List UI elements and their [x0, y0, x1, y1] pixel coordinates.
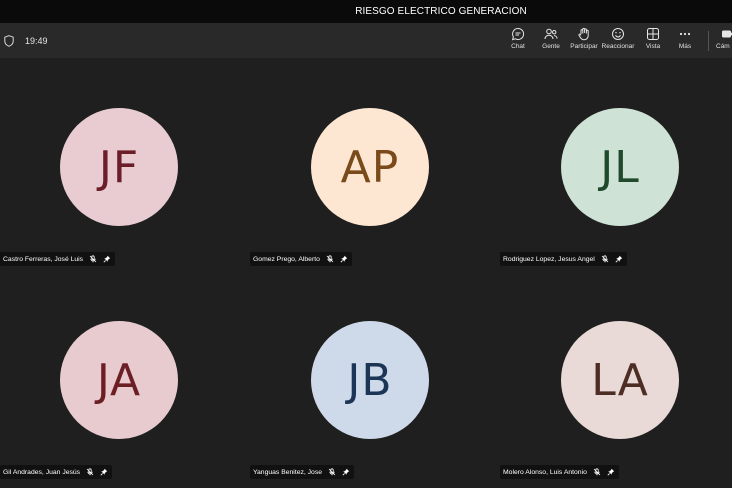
chat-button[interactable]: Chat [508, 27, 528, 55]
mic-off-icon [86, 468, 94, 476]
avatar-initials: JA [96, 354, 142, 406]
participant-tile[interactable]: LA Molero Alonso, Luis Antonio [500, 271, 732, 484]
participant-nametag: Yanguas Benitez, Jose [250, 465, 355, 479]
participant-tile[interactable]: JB Yanguas Benitez, Jose [250, 271, 493, 484]
participant-nametag: Castro Ferreras, José Luis [0, 252, 116, 266]
avatar-initials: JF [98, 141, 140, 193]
mic-off-icon [326, 255, 334, 263]
participant-nametag: Gil Andrades, Juan Jesús [0, 465, 113, 479]
shield-icon [4, 35, 14, 47]
mic-off-icon [593, 468, 601, 476]
camera-icon [722, 30, 732, 38]
avatar: JB [311, 321, 429, 439]
participant-tile[interactable]: AP Gomez Prego, Alberto [250, 58, 493, 271]
toolbar-divider [708, 31, 709, 51]
mic-off-icon [601, 255, 609, 263]
avatar-initials: AP [340, 141, 400, 193]
more-button[interactable]: Más [675, 27, 695, 55]
grid-view-icon [647, 28, 659, 40]
avatar-initials: JL [600, 141, 640, 193]
participant-tile[interactable]: JF Castro Ferreras, José Luis [0, 58, 243, 271]
people-label: Gente [542, 43, 560, 50]
camera-label: Cám [716, 43, 730, 50]
participant-grid: JF Castro Ferreras, José Luis AP Gomez P… [0, 58, 732, 488]
avatar-initials: LA [591, 354, 649, 406]
view-label: Vista [645, 43, 661, 50]
more-label: Más [678, 43, 692, 50]
view-button[interactable]: Vista [643, 27, 663, 55]
people-icon [544, 28, 558, 40]
participant-nametag: Molero Alonso, Luis Antonio [500, 465, 619, 479]
participant-tile[interactable]: JL Rodriguez Lopez, Jesus Angel [500, 58, 732, 271]
chat-icon [511, 27, 525, 41]
pin-icon [103, 255, 111, 263]
participant-nametag: Gomez Prego, Alberto [250, 252, 352, 266]
avatar: JL [561, 108, 679, 226]
participant-name: Gil Andrades, Juan Jesús [3, 468, 81, 476]
raise-hand-label: Participar [570, 43, 598, 50]
avatar: JF [60, 108, 178, 226]
avatar: LA [561, 321, 679, 439]
smiley-icon [612, 28, 624, 40]
chat-label: Chat [511, 43, 525, 50]
pin-icon [607, 468, 615, 476]
react-label: Reaccionar [601, 43, 635, 50]
participant-tile[interactable]: JA Gil Andrades, Juan Jesús [0, 271, 243, 484]
avatar: JA [60, 321, 178, 439]
participant-name: Molero Alonso, Luis Antonio [503, 468, 587, 476]
participant-name: Gomez Prego, Alberto [253, 255, 320, 263]
people-button[interactable]: Gente [540, 27, 562, 55]
pin-icon [342, 468, 350, 476]
camera-button[interactable]: Cám [716, 27, 732, 55]
more-icon [679, 32, 691, 36]
mic-off-icon [89, 255, 97, 263]
meeting-toolbar: 19:49 Chat Gente Participar Reaccionar V… [0, 23, 732, 58]
raise-hand-button[interactable]: Participar [569, 27, 599, 55]
participant-name: Rodriguez Lopez, Jesus Angel [503, 255, 595, 263]
meeting-title: RIESGO ELECTRICO GENERACION [355, 6, 527, 17]
pin-icon [100, 468, 108, 476]
raise-hand-icon [578, 27, 589, 41]
participant-name: Castro Ferreras, José Luis [3, 255, 84, 263]
participant-name: Yanguas Benitez, Jose [253, 468, 323, 476]
pin-icon [615, 255, 623, 263]
react-button[interactable]: Reaccionar [601, 27, 635, 55]
avatar-initials: JB [347, 354, 393, 406]
participant-nametag: Rodriguez Lopez, Jesus Angel [500, 252, 627, 266]
meeting-timer: 19:49 [25, 36, 48, 46]
avatar: AP [311, 108, 429, 226]
title-bar: RIESGO ELECTRICO GENERACION [0, 0, 732, 23]
mic-off-icon [328, 468, 336, 476]
pin-icon [340, 255, 348, 263]
